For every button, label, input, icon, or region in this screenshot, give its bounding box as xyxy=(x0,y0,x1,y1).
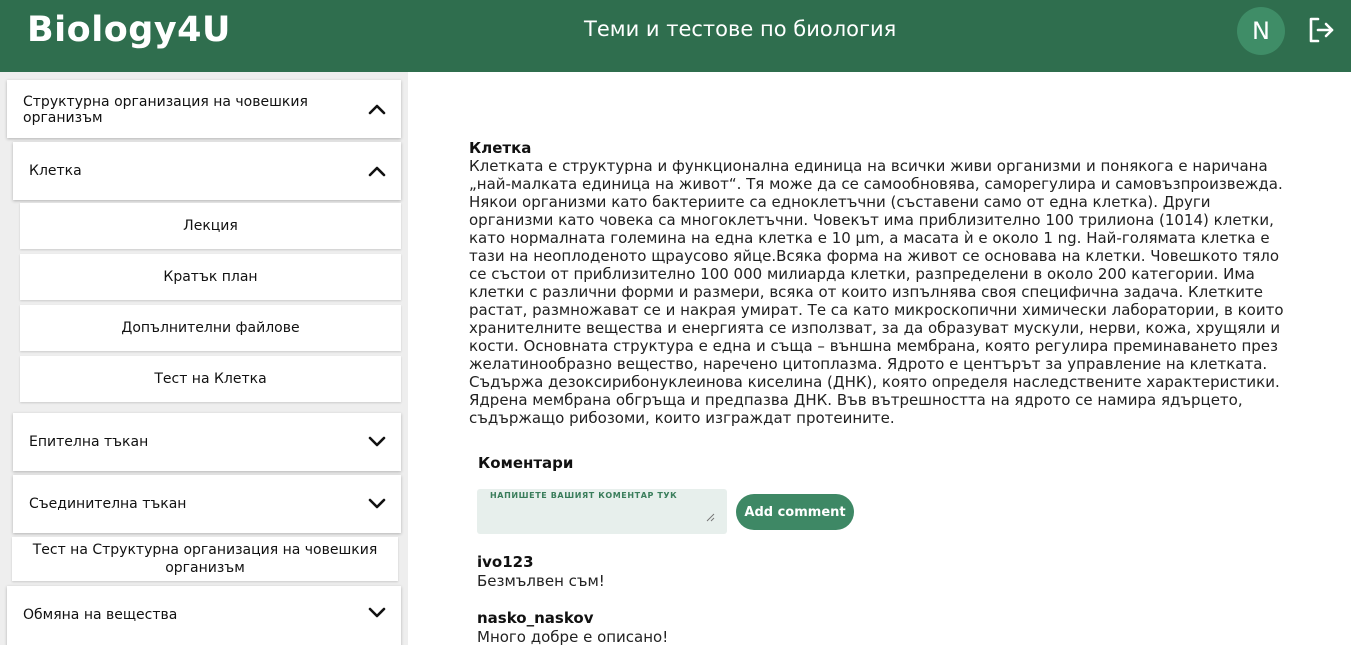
comment-item: ivo123 Безмълвен съм! xyxy=(477,553,605,591)
sidebar-topic-label: Клетка xyxy=(29,163,82,179)
app-logo[interactable]: Biology4U xyxy=(27,10,231,50)
chevron-down-icon xyxy=(368,607,386,618)
user-avatar[interactable]: N xyxy=(1237,7,1285,55)
sidebar: Структурна организация на човешкия орган… xyxy=(0,72,408,645)
sidebar-item-section-test[interactable]: Тест на Структурна организация на човешк… xyxy=(12,537,398,581)
sidebar-topic-cell[interactable]: Клетка xyxy=(13,142,401,200)
sidebar-topic-label: Епителна тъкан xyxy=(29,434,149,450)
chevron-up-icon xyxy=(368,166,386,177)
chevron-down-icon xyxy=(368,436,386,447)
comment-input[interactable]: НАПИШЕТЕ ВАШИЯТ КОМЕНТАР ТУК xyxy=(477,489,727,534)
sidebar-item-cell-test[interactable]: Тест на Клетка xyxy=(20,356,401,402)
comment-placeholder: НАПИШЕТЕ ВАШИЯТ КОМЕНТАР ТУК xyxy=(490,491,678,500)
sidebar-section-structure[interactable]: Структурна организация на човешкия орган… xyxy=(7,80,401,138)
sidebar-section-metabolism[interactable]: Обмяна на вещества xyxy=(7,586,401,645)
chevron-down-icon xyxy=(368,498,386,509)
page-title: Теми и тестове по биология xyxy=(584,17,897,41)
sidebar-section-label: Структурна организация на човешкия орган… xyxy=(23,94,308,126)
article-title: Клетка xyxy=(469,139,532,157)
sidebar-item-short-plan[interactable]: Кратък план xyxy=(20,254,401,300)
comment-item: nasko_naskov Много добре е описано! xyxy=(477,609,668,645)
comments-heading: Коментари xyxy=(478,454,574,472)
article: Клетка Клетката е структурна и функциона… xyxy=(469,139,1299,427)
sidebar-section-label: Обмяна на вещества xyxy=(23,607,178,623)
comment-text: Безмълвен съм! xyxy=(477,572,605,590)
comment-author: ivo123 xyxy=(477,553,534,571)
top-bar: Biology4U Теми и тестове по биология N xyxy=(0,0,1351,72)
add-comment-button[interactable]: Add comment xyxy=(736,494,854,530)
logout-icon xyxy=(1309,17,1334,43)
article-body: Клетката е структурна и функционална еди… xyxy=(469,157,1284,427)
chevron-up-icon xyxy=(368,104,386,115)
sidebar-topic-label: Съединителна тъкан xyxy=(29,496,187,512)
sidebar-topic-epithelial[interactable]: Епителна тъкан xyxy=(13,413,401,471)
logout-button[interactable] xyxy=(1305,14,1337,46)
resize-handle-icon[interactable] xyxy=(706,513,715,522)
comment-author: nasko_naskov xyxy=(477,609,594,627)
sidebar-item-extra-files[interactable]: Допълнителни файлове xyxy=(20,305,401,351)
sidebar-item-lecture[interactable]: Лекция xyxy=(20,203,401,249)
sidebar-topic-connective[interactable]: Съединителна тъкан xyxy=(13,475,401,533)
comment-text: Много добре е описано! xyxy=(477,628,669,645)
